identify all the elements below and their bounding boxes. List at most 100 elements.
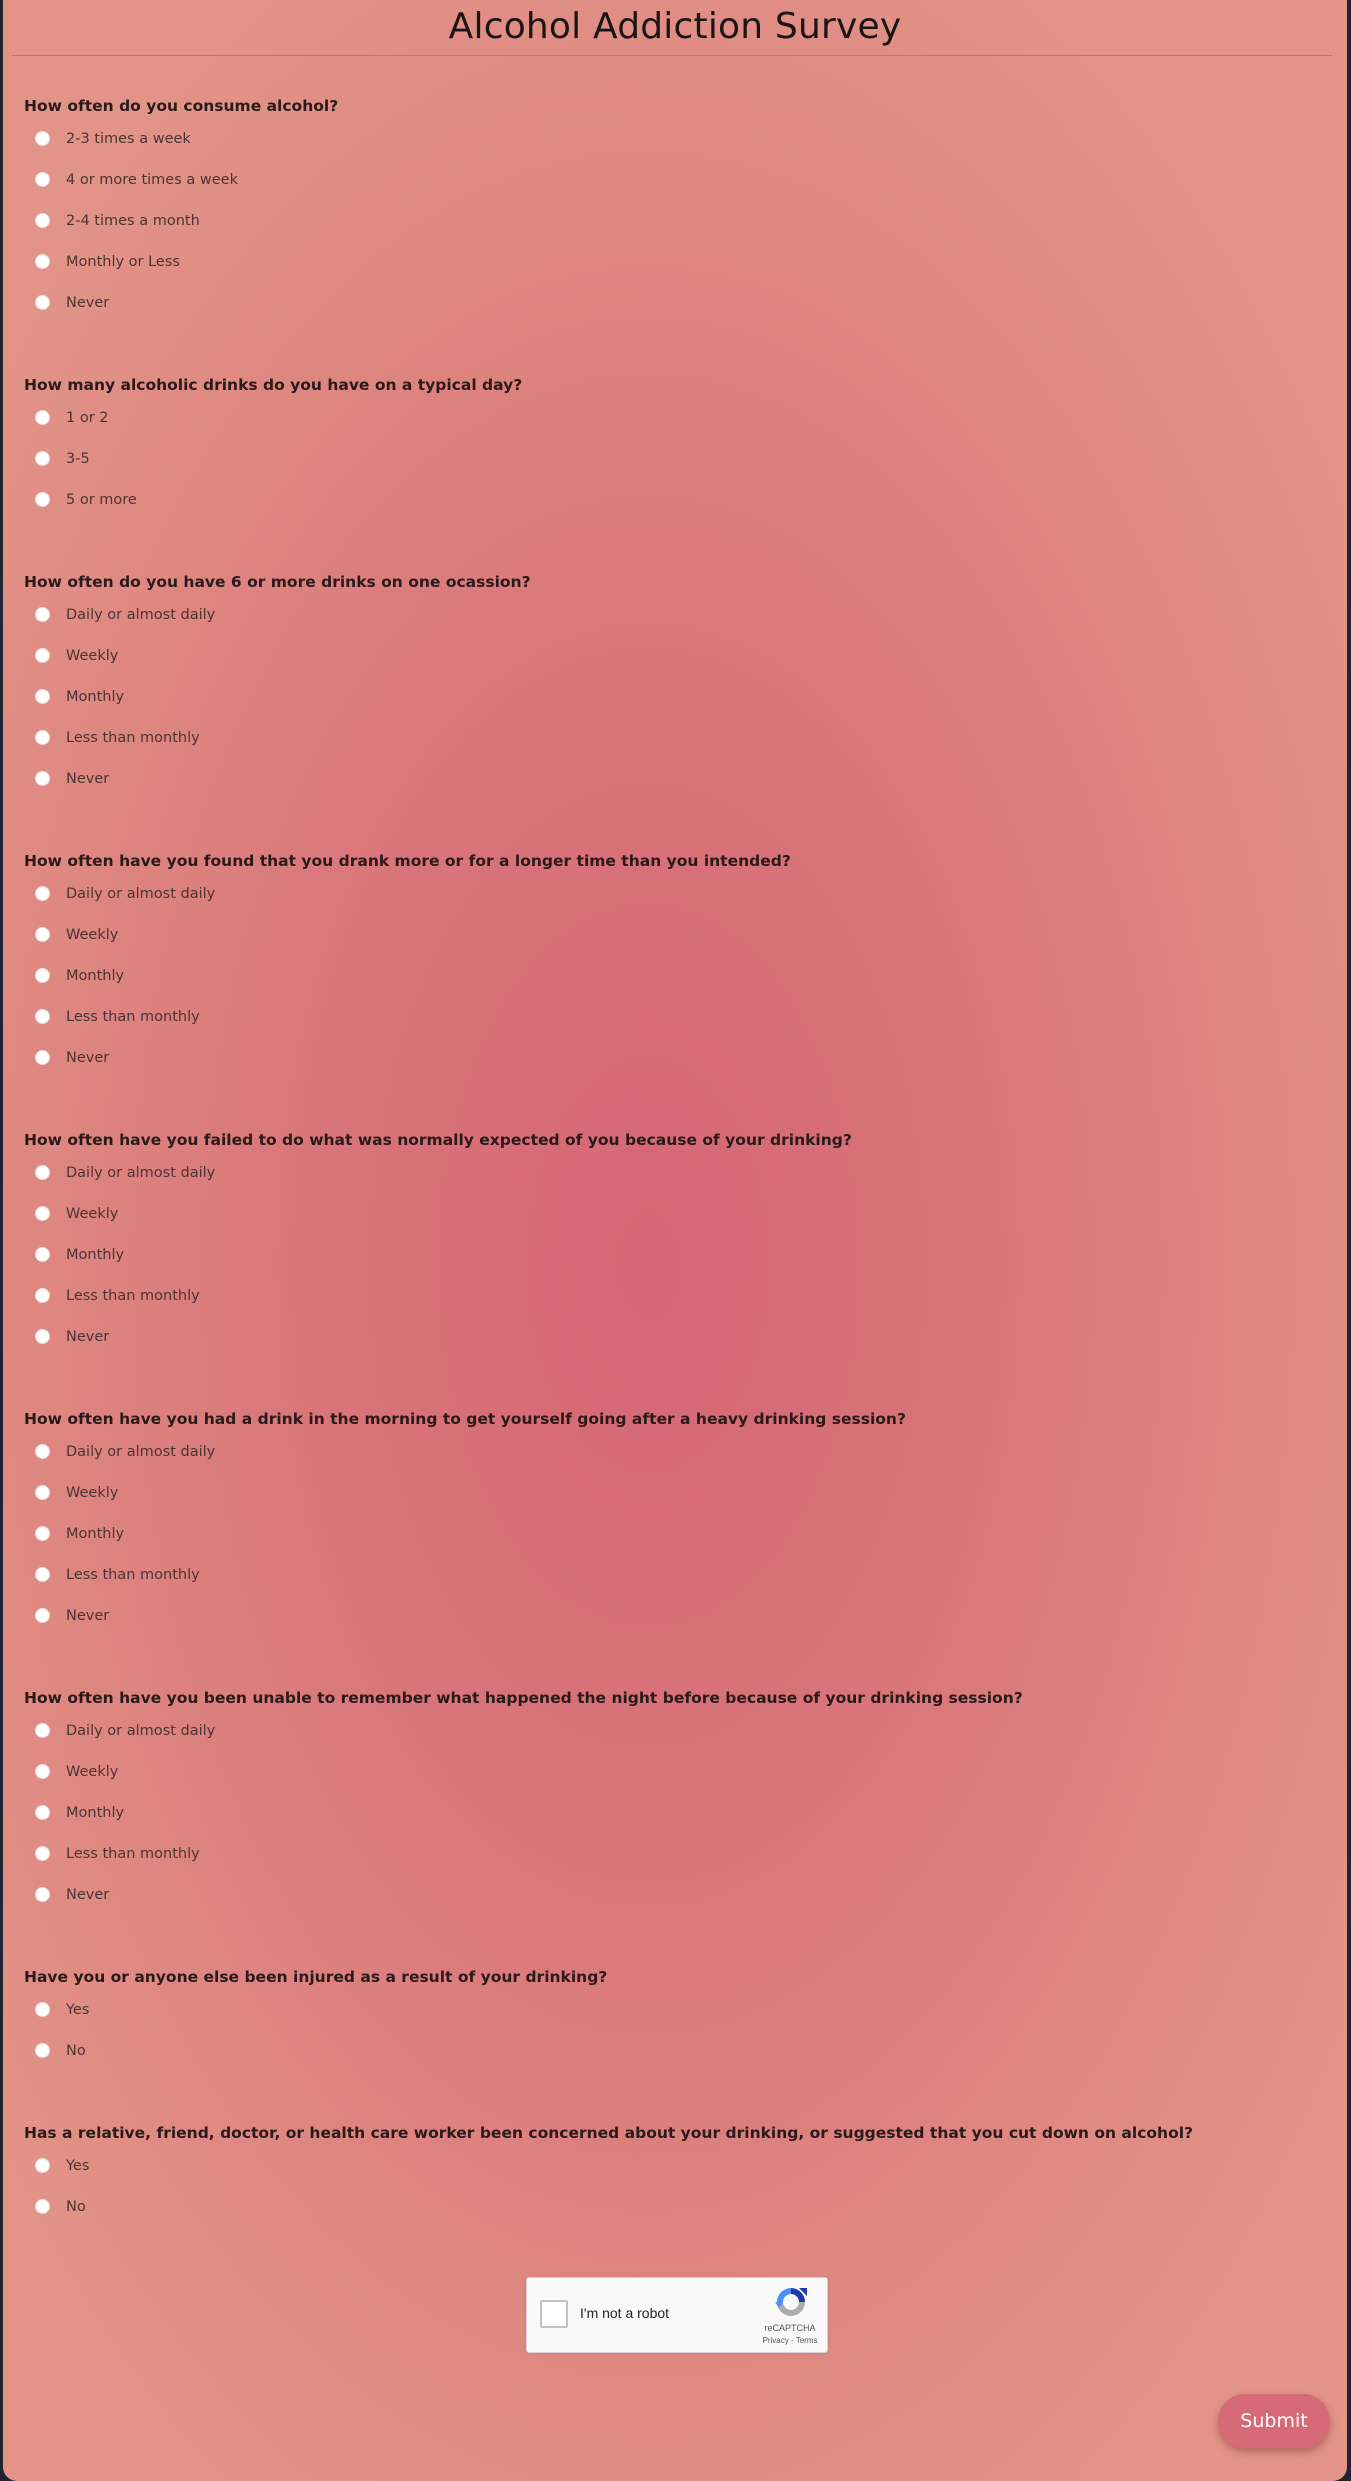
radio-button[interactable] — [35, 2002, 50, 2017]
radio-option[interactable]: Monthly — [24, 1792, 1023, 1833]
radio-button[interactable] — [35, 254, 50, 269]
radio-button[interactable] — [35, 886, 50, 901]
radio-button[interactable] — [35, 131, 50, 146]
radio-option[interactable]: Weekly — [24, 635, 531, 676]
radio-option-label: Monthly — [66, 1525, 125, 1542]
radio-button[interactable] — [35, 1805, 50, 1820]
radio-option[interactable]: Monthly or Less — [24, 241, 338, 282]
radio-button[interactable] — [35, 689, 50, 704]
radio-option-label: Less than monthly — [66, 1566, 200, 1583]
recaptcha-privacy-terms-links[interactable]: Privacy - Terms — [757, 2336, 823, 2345]
radio-option[interactable]: Less than monthly — [24, 996, 791, 1037]
question-label: Have you or anyone else been injured as … — [24, 1968, 608, 1986]
radio-button[interactable] — [35, 1764, 50, 1779]
radio-option[interactable]: Weekly — [24, 1751, 1023, 1792]
radio-button[interactable] — [35, 2043, 50, 2058]
radio-option[interactable]: Monthly — [24, 676, 531, 717]
radio-option[interactable]: Less than monthly — [24, 1275, 852, 1316]
radio-option-label: Daily or almost daily — [66, 1722, 216, 1739]
radio-button[interactable] — [35, 730, 50, 745]
radio-button[interactable] — [35, 1485, 50, 1500]
radio-button[interactable] — [35, 1608, 50, 1623]
radio-option[interactable]: Daily or almost daily — [24, 594, 531, 635]
radio-option[interactable]: Never — [24, 1595, 906, 1636]
radio-option-label: Never — [66, 1886, 110, 1903]
question-label: Has a relative, friend, doctor, or healt… — [24, 2124, 1194, 2142]
radio-button[interactable] — [35, 1567, 50, 1582]
radio-button[interactable] — [35, 410, 50, 425]
radio-option-label: Daily or almost daily — [66, 1443, 216, 1460]
radio-option[interactable]: Yes — [24, 2145, 1193, 2186]
radio-button[interactable] — [35, 771, 50, 786]
radio-option[interactable]: Daily or almost daily — [24, 1152, 852, 1193]
radio-button[interactable] — [35, 492, 50, 507]
radio-option[interactable]: Daily or almost daily — [24, 1710, 1023, 1751]
radio-button[interactable] — [35, 1009, 50, 1024]
radio-button[interactable] — [35, 607, 50, 622]
radio-option[interactable]: Daily or almost daily — [24, 1431, 906, 1472]
question-label: How often have you failed to do what was… — [24, 1131, 852, 1149]
radio-option[interactable]: Less than monthly — [24, 1833, 1023, 1874]
submit-button[interactable]: Submit — [1218, 2394, 1330, 2448]
radio-option[interactable]: Yes — [24, 1989, 607, 2030]
radio-button[interactable] — [35, 1846, 50, 1861]
radio-button[interactable] — [35, 1165, 50, 1180]
radio-option-label: 4 or more times a week — [66, 171, 238, 188]
radio-button[interactable] — [35, 927, 50, 942]
radio-button[interactable] — [35, 1288, 50, 1303]
radio-button[interactable] — [35, 213, 50, 228]
radio-option-label: Less than monthly — [66, 729, 200, 746]
radio-button[interactable] — [35, 295, 50, 310]
radio-option[interactable]: No — [24, 2186, 1193, 2227]
radio-option[interactable]: 3-5 — [24, 438, 522, 479]
radio-option[interactable]: 1 or 2 — [24, 397, 522, 438]
radio-button[interactable] — [35, 172, 50, 187]
radio-option-label: Weekly — [66, 1205, 119, 1222]
radio-option[interactable]: Less than monthly — [24, 1554, 906, 1595]
recaptcha-checkbox[interactable] — [540, 2300, 568, 2328]
radio-option[interactable]: Never — [24, 1037, 791, 1078]
radio-option[interactable]: 5 or more — [24, 479, 522, 520]
radio-button[interactable] — [35, 648, 50, 663]
radio-option-label: 2-3 times a week — [66, 130, 191, 147]
radio-button[interactable] — [35, 1050, 50, 1065]
radio-option[interactable]: 4 or more times a week — [24, 159, 338, 200]
radio-option[interactable]: Less than monthly — [24, 717, 531, 758]
question-7: How often have you been unable to rememb… — [24, 1686, 1023, 1915]
radio-option[interactable]: Never — [24, 758, 531, 799]
question-label: How often have you had a drink in the mo… — [24, 1410, 906, 1428]
title-divider — [12, 55, 1332, 56]
recaptcha-widget: I'm not a robot reCAPTCHA Privacy - Term… — [526, 2277, 828, 2353]
radio-option[interactable]: No — [24, 2030, 607, 2071]
radio-option[interactable]: 2-4 times a month — [24, 200, 338, 241]
radio-button[interactable] — [35, 1526, 50, 1541]
radio-option[interactable]: Never — [24, 282, 338, 323]
radio-button[interactable] — [35, 1329, 50, 1344]
radio-button[interactable] — [35, 1206, 50, 1221]
radio-button[interactable] — [35, 1444, 50, 1459]
radio-option[interactable]: Never — [24, 1316, 852, 1357]
radio-option[interactable]: Monthly — [24, 1234, 852, 1275]
radio-option[interactable]: Never — [24, 1874, 1023, 1915]
radio-option[interactable]: Weekly — [24, 1193, 852, 1234]
radio-option-label: Daily or almost daily — [66, 885, 216, 902]
radio-option[interactable]: Monthly — [24, 955, 791, 996]
radio-button[interactable] — [35, 2158, 50, 2173]
radio-button[interactable] — [35, 451, 50, 466]
radio-option[interactable]: Monthly — [24, 1513, 906, 1554]
radio-button[interactable] — [35, 968, 50, 983]
radio-option[interactable]: Weekly — [24, 1472, 906, 1513]
radio-option-label: Never — [66, 294, 110, 311]
recaptcha-logo-icon — [775, 2288, 807, 2316]
radio-option-label: Monthly — [66, 1246, 125, 1263]
radio-option[interactable]: Daily or almost daily — [24, 873, 791, 914]
radio-button[interactable] — [35, 1247, 50, 1262]
radio-button[interactable] — [35, 1887, 50, 1902]
radio-option[interactable]: 2-3 times a week — [24, 118, 338, 159]
radio-button[interactable] — [35, 1723, 50, 1738]
radio-option[interactable]: Weekly — [24, 914, 791, 955]
question-5: How often have you failed to do what was… — [24, 1128, 852, 1357]
radio-option-label: No — [66, 2198, 86, 2215]
question-3: How often do you have 6 or more drinks o… — [24, 570, 531, 799]
radio-button[interactable] — [35, 2199, 50, 2214]
